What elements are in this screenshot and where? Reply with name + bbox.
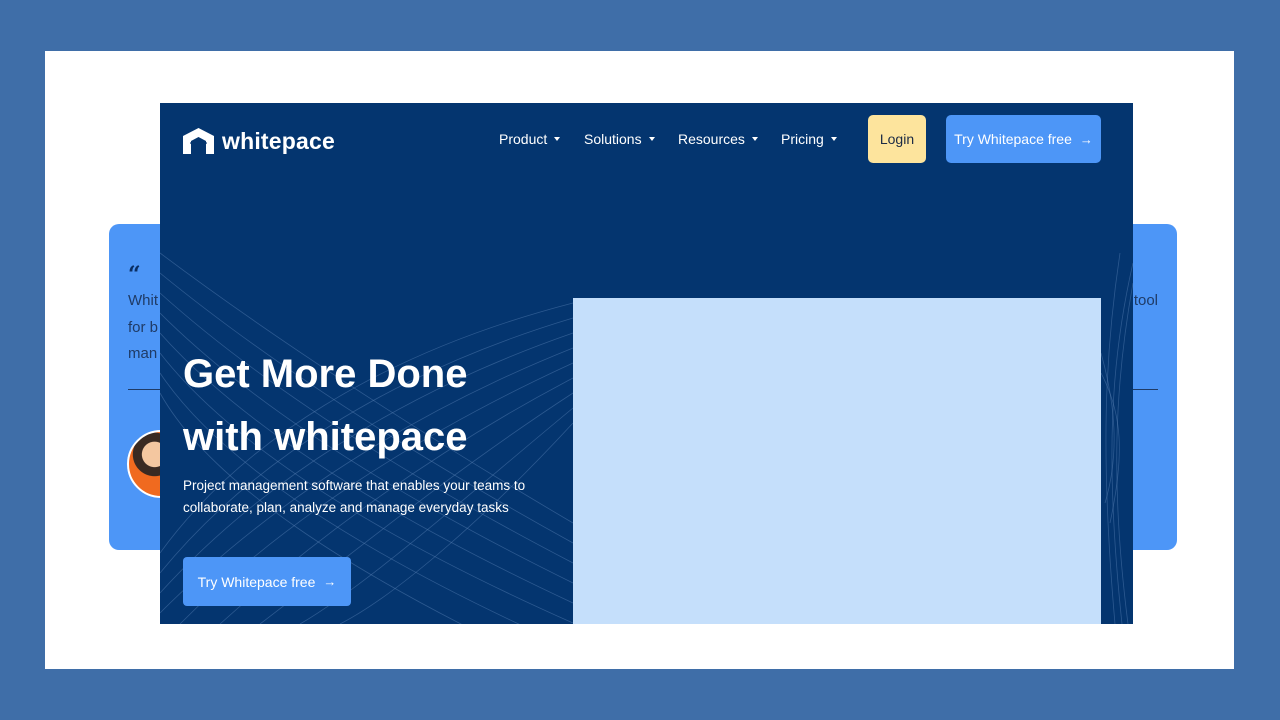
nav-product[interactable]: Product: [499, 131, 561, 147]
logo-text: whitepace: [222, 127, 336, 154]
logo[interactable]: whitepace: [183, 127, 335, 155]
nav-pricing-label: Pricing: [781, 131, 824, 147]
nav-product-label: Product: [499, 131, 548, 147]
nav-solutions[interactable]: Solutions: [584, 131, 655, 147]
nav-solutions-label: Solutions: [584, 131, 642, 147]
hero-subtitle-line-2: collaborate, plan, analyze and manage ev…: [183, 500, 509, 515]
caret-down-icon: [648, 137, 655, 141]
top-navbar: whitepace Product Solutions Resources Pr…: [160, 103, 1133, 175]
arrow-right-icon: →: [1079, 131, 1093, 147]
caret-down-icon: [554, 137, 561, 141]
login-button[interactable]: Login: [868, 115, 926, 163]
whitepace-logo-icon: [183, 128, 214, 154]
hero-title-line-2: with whitepace: [183, 415, 468, 459]
arrow-right-icon: →: [323, 574, 337, 589]
try-free-nav-label: Try Whitepace free: [954, 131, 1072, 147]
caret-down-icon: [751, 137, 758, 141]
hero-image-placeholder: [573, 298, 1101, 624]
hero-subtitle-line-1: Project management software that enables…: [183, 478, 526, 493]
try-free-nav-button[interactable]: Try Whitepace free →: [946, 115, 1101, 163]
hero-title-line-1: Get More Done: [183, 352, 468, 396]
hero-section: whitepace Product Solutions Resources Pr…: [160, 103, 1133, 624]
nav-resources-label: Resources: [678, 131, 745, 147]
testimonial-line-1: Whit: [128, 292, 158, 309]
hero-title: Get More Done with whitepace: [183, 343, 573, 469]
try-free-hero-button[interactable]: Try Whitepace free →: [183, 557, 351, 606]
nav-resources[interactable]: Resources: [678, 131, 758, 147]
quote-icon: “: [128, 262, 141, 288]
nav-pricing[interactable]: Pricing: [781, 131, 837, 147]
hero-subtitle: Project management software that enables…: [183, 475, 543, 519]
caret-down-icon: [830, 137, 837, 141]
testimonial-line-1-end: tool: [1133, 292, 1158, 309]
try-free-hero-label: Try Whitepace free: [197, 573, 316, 590]
